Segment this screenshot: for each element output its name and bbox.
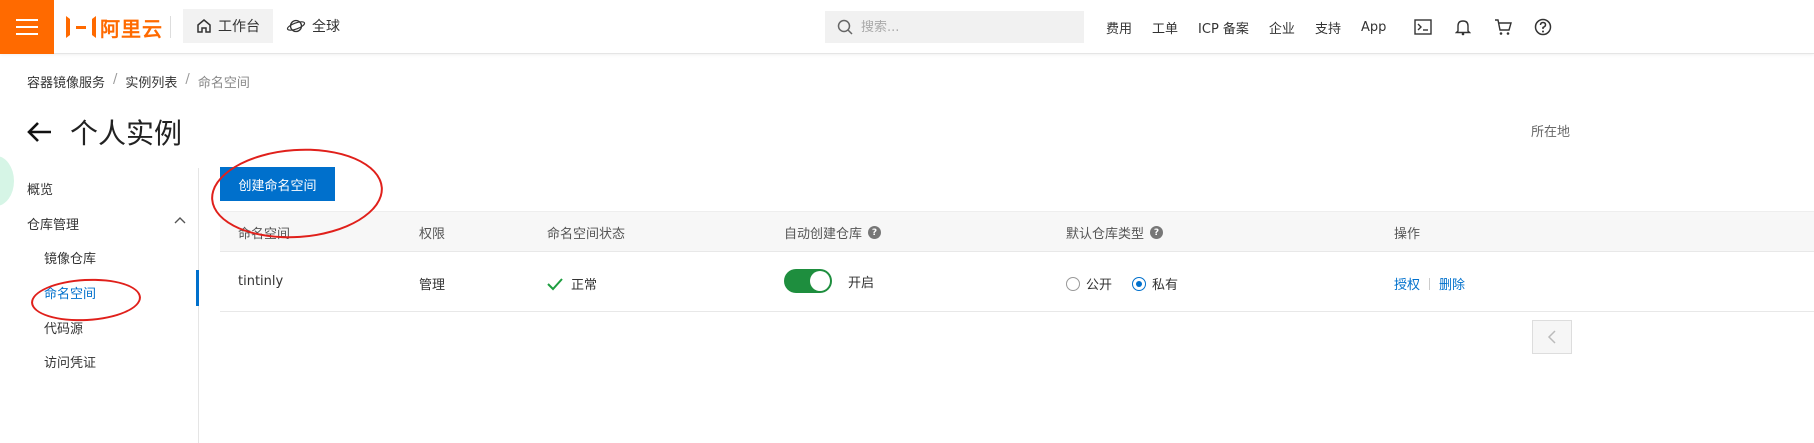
sidebar-item-access-credential[interactable]: 访问凭证	[44, 352, 96, 371]
aliyun-logo[interactable]: 阿里云	[66, 14, 163, 41]
search-input[interactable]	[861, 19, 1061, 35]
top-links: 费用 工单 ICP 备案 企业 支持 App	[1106, 0, 1406, 54]
sidebar-item-namespace[interactable]: 命名空间	[44, 283, 96, 302]
breadcrumb-separator: /	[113, 72, 118, 87]
column-header-repo-type: 默认仓库类型 ?	[1066, 223, 1164, 242]
auto-create-label: 开启	[848, 275, 875, 291]
column-header-auto-create-label: 自动创建仓库	[784, 227, 863, 242]
radio-private-label[interactable]: 私有	[1152, 274, 1178, 293]
table-header	[220, 211, 1814, 252]
hamburger-menu-button[interactable]	[0, 0, 54, 54]
logo-text: 阿里云	[100, 16, 163, 41]
globe-icon	[286, 19, 306, 33]
divider	[170, 16, 171, 38]
sidebar-item-image-repo[interactable]: 镜像仓库	[44, 248, 96, 267]
logo-mark-icon	[66, 16, 96, 38]
column-header-auto-create: 自动创建仓库 ?	[784, 223, 882, 242]
sidebar-item-overview[interactable]: 概览	[27, 179, 53, 198]
column-header-actions: 操作	[1394, 227, 1421, 242]
sidebar-item-code-source[interactable]: 代码源	[44, 318, 83, 337]
workbench-label: 工作台	[218, 19, 260, 35]
cell-auto-create: 开启	[784, 269, 874, 293]
terminal-icon[interactable]	[1414, 18, 1432, 36]
search-icon	[837, 19, 853, 35]
radio-private[interactable]	[1132, 276, 1147, 291]
cell-repo-type: 公开 私有	[1066, 274, 1178, 293]
page-header: 个人实例	[26, 112, 182, 152]
sidebar-group-repo-mgmt[interactable]: 仓库管理	[27, 214, 79, 233]
top-icons	[1414, 0, 1552, 54]
search-box[interactable]	[825, 11, 1084, 43]
cell-permission: 管理	[419, 278, 446, 293]
top-navbar: 阿里云 工作台 全球 费用 工单 ICP 备案 企业 支持 App	[0, 0, 1814, 54]
breadcrumb-item-service[interactable]: 容器镜像服务	[27, 72, 105, 91]
top-link-icp[interactable]: ICP 备案	[1198, 18, 1249, 37]
home-icon	[197, 19, 211, 33]
cell-actions: 授权 删除	[1394, 274, 1465, 293]
page-title: 个人实例	[70, 117, 183, 150]
breadcrumb-item-instances[interactable]: 实例列表	[125, 72, 177, 91]
column-header-status: 命名空间状态	[547, 227, 626, 242]
sidebar	[0, 168, 199, 443]
cell-status-label: 正常	[571, 278, 598, 293]
breadcrumb-separator: /	[185, 72, 190, 87]
delete-link[interactable]: 删除	[1439, 274, 1465, 293]
top-link-app[interactable]: App	[1361, 20, 1386, 35]
check-icon	[547, 277, 563, 290]
help-icon[interactable]	[1534, 18, 1552, 36]
chevron-up-icon[interactable]	[174, 215, 186, 225]
breadcrumb-item-current: 命名空间	[197, 76, 250, 91]
cart-icon[interactable]	[1494, 18, 1512, 36]
action-separator	[1429, 277, 1431, 290]
create-namespace-button[interactable]: 创建命名空间	[220, 167, 335, 201]
region-label: 所在地	[1531, 125, 1571, 140]
chevron-left-icon	[1547, 330, 1556, 344]
workbench-button[interactable]: 工作台	[183, 9, 273, 43]
radio-public[interactable]	[1066, 276, 1080, 291]
help-icon[interactable]: ?	[1150, 226, 1164, 239]
table-row	[220, 252, 1814, 312]
top-link-ticket[interactable]: 工单	[1152, 18, 1178, 37]
region-global-button[interactable]: 全球	[286, 9, 340, 43]
column-header-repo-type-label: 默认仓库类型	[1066, 227, 1145, 242]
bell-icon[interactable]	[1454, 18, 1472, 36]
cell-namespace: tintinly	[238, 274, 284, 289]
auto-create-toggle[interactable]	[784, 269, 832, 293]
authorize-link[interactable]: 授权	[1394, 274, 1420, 293]
pagination-prev-button[interactable]	[1532, 320, 1572, 354]
column-header-namespace: 命名空间	[238, 227, 291, 242]
global-label: 全球	[312, 19, 340, 35]
top-link-enterprise[interactable]: 企业	[1269, 18, 1295, 37]
cell-status: 正常	[547, 274, 597, 293]
help-icon[interactable]: ?	[868, 226, 882, 239]
breadcrumb: 容器镜像服务 / 实例列表 / 命名空间	[27, 72, 250, 91]
top-link-billing[interactable]: 费用	[1106, 18, 1132, 37]
column-header-permission: 权限	[419, 227, 446, 242]
sidebar-active-indicator	[196, 270, 199, 306]
back-arrow-icon[interactable]	[26, 118, 54, 146]
radio-public-label[interactable]: 公开	[1086, 274, 1112, 293]
top-link-support[interactable]: 支持	[1315, 18, 1341, 37]
